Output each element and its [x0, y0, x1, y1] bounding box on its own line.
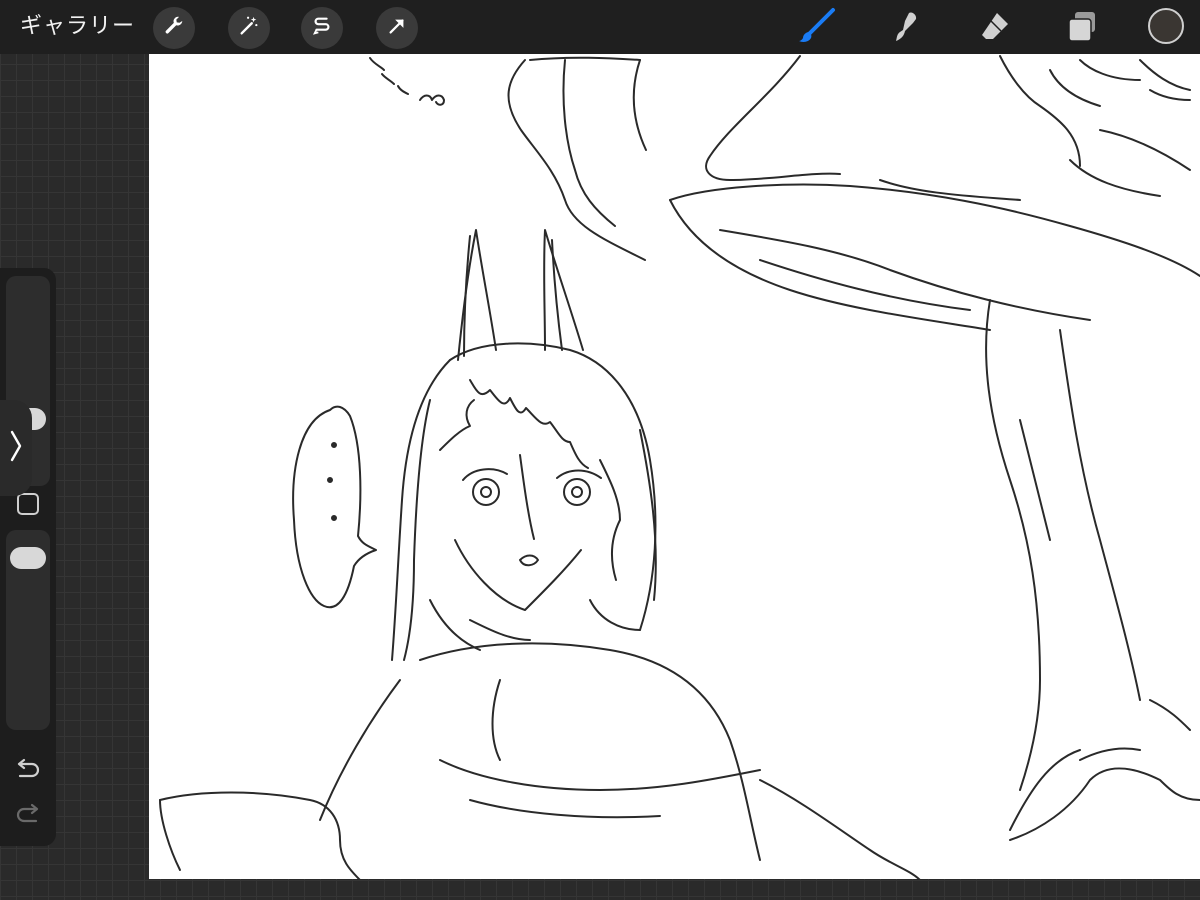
redo-button[interactable] — [14, 803, 42, 827]
color-swatch[interactable] — [1148, 8, 1184, 44]
selection-button[interactable] — [301, 7, 343, 49]
undo-button[interactable] — [14, 758, 42, 782]
opacity-knob[interactable] — [10, 547, 46, 569]
actions-button[interactable] — [153, 7, 195, 49]
left-sidebar — [0, 268, 56, 846]
layers-button[interactable] — [1062, 8, 1102, 48]
eraser-button[interactable] — [975, 8, 1015, 48]
drawing-canvas[interactable] — [149, 54, 1200, 879]
chevron-right-icon — [8, 426, 24, 471]
sidebar-collapse-tab[interactable] — [0, 400, 32, 496]
transform-button[interactable] — [376, 7, 418, 49]
undo-icon — [14, 758, 42, 786]
brush-icon — [797, 6, 837, 51]
adjustments-button[interactable] — [228, 7, 270, 49]
layers-icon — [1065, 9, 1099, 48]
eraser-icon — [978, 9, 1012, 48]
smudge-icon — [889, 9, 923, 48]
selection-icon — [311, 15, 333, 42]
transform-arrow-icon — [386, 15, 408, 42]
wrench-icon — [163, 15, 185, 42]
sketch-artwork — [159, 55, 1200, 879]
gallery-button[interactable]: ギャラリー — [20, 12, 135, 42]
modify-button[interactable] — [17, 493, 39, 515]
top-toolbar: ギャラリー — [0, 0, 1200, 54]
brush-button[interactable] — [797, 6, 837, 51]
magic-wand-icon — [238, 15, 260, 42]
redo-icon — [14, 803, 42, 831]
smudge-button[interactable] — [886, 8, 926, 48]
